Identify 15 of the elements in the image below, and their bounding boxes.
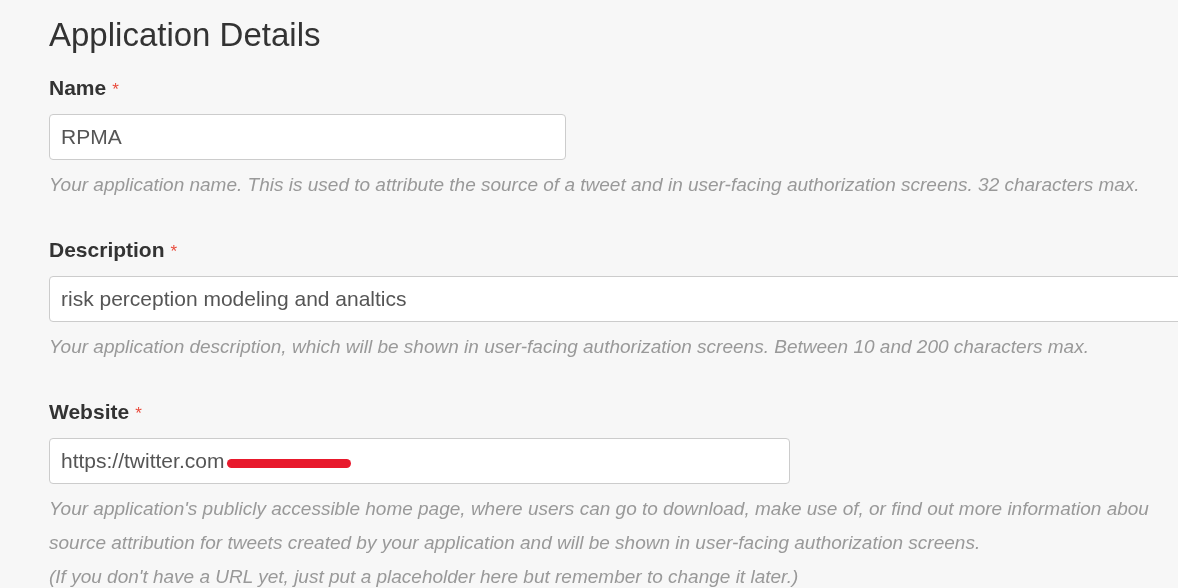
- field-label: Name: [49, 76, 107, 100]
- input-field[interactable]: https://twitter.com: [49, 438, 790, 484]
- field-label: Description: [49, 238, 165, 262]
- help-text: Your application name. This is used to attribute the source of a tweet and in user-facing authorization screens. 32 characters max.: [49, 173, 1141, 197]
- input-field[interactable]: risk perception modeling and analtics: [49, 276, 1178, 322]
- required-mark: *: [112, 79, 119, 101]
- help-text: (If you don't have a URL yet, just put a placeholder here but remember to change it later.): [49, 565, 800, 588]
- required-mark: *: [170, 241, 178, 263]
- help-text: Your application description, which will be shown in user-facing authorization screens. Between 10 and 200 characters max.: [49, 335, 1090, 359]
- required-mark: *: [135, 403, 142, 425]
- field-label: Website: [49, 400, 130, 424]
- help-text: Your application's publicly accessible home page, where users can go to download, make use of, or find out more information abou: [49, 497, 1150, 521]
- section-title: Application Details: [49, 15, 322, 55]
- input-field[interactable]: RPMA: [49, 114, 566, 160]
- help-text: source attribution for tweets created by your application and will be shown in user-facing authorization screens.: [49, 531, 982, 555]
